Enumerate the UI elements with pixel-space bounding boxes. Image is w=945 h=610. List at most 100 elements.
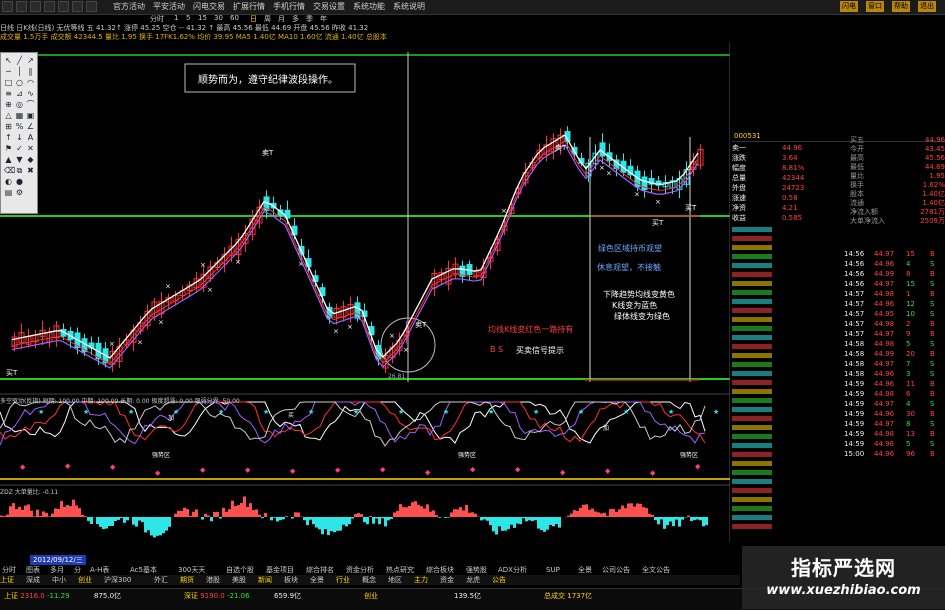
bottom-tab-1[interactable]: 图表 (24, 565, 42, 575)
sector-row[interactable] (732, 442, 842, 451)
bottom-tab-8[interactable]: 基金项目 (264, 565, 296, 575)
bottom-tab-5[interactable]: Ac5基本 (128, 565, 159, 575)
sector-tab-10[interactable]: 板块 (284, 575, 298, 585)
sector-tab-16[interactable]: 资金 (440, 575, 454, 585)
sector-row[interactable] (732, 478, 842, 487)
trade-row[interactable]: 14:5944.978S (844, 420, 944, 429)
up-arrow-icon[interactable]: ↑ (4, 133, 13, 142)
bottom-tab-12[interactable]: 综合板块 (424, 565, 456, 575)
speed-icon[interactable]: ⌒ (26, 100, 35, 109)
text-icon[interactable]: A (26, 133, 35, 142)
trade-row[interactable]: 14:5844.963S (844, 370, 944, 379)
sector-row[interactable] (732, 244, 842, 253)
mark-icon[interactable]: ✓ (15, 144, 24, 153)
hide-icon[interactable]: ◐ (4, 177, 13, 186)
sector-tab-13[interactable]: 概念 (362, 575, 376, 585)
bottom-tab-10[interactable]: 资金分析 (344, 565, 376, 575)
bottom-tab-9[interactable]: 综合排名 (304, 565, 336, 575)
sector-tab-12[interactable]: 行业 (336, 575, 350, 585)
percent-icon[interactable]: % (15, 122, 24, 131)
home-icon[interactable] (58, 1, 69, 12)
sector-row[interactable] (732, 487, 842, 496)
sector-row[interactable] (732, 325, 842, 334)
lock-icon[interactable]: ◆ (26, 155, 35, 164)
sector-row[interactable] (732, 379, 842, 388)
sector-row[interactable] (732, 262, 842, 271)
trade-row[interactable]: 14:5944.9630B (844, 410, 944, 419)
menu-item-5[interactable]: 交易设置 (310, 1, 348, 12)
channel-icon[interactable]: ∥ (26, 67, 35, 76)
cursor-icon[interactable]: ↖ (4, 56, 13, 65)
search-icon[interactable] (72, 1, 83, 12)
sector-row[interactable] (732, 424, 842, 433)
sector-row[interactable] (732, 298, 842, 307)
down-arrow-icon[interactable]: ↓ (15, 133, 24, 142)
bottom-tab-3[interactable]: 分 (72, 565, 83, 575)
menu-item-4[interactable]: 手机行情 (270, 1, 308, 12)
box-icon[interactable]: ▣ (26, 111, 35, 120)
refresh-icon[interactable] (44, 1, 55, 12)
sector-tab-18[interactable]: 公告 (492, 575, 506, 585)
menu-item-2[interactable]: 闪电交易 (190, 1, 228, 12)
period-11[interactable]: 年 (320, 14, 327, 24)
sector-row[interactable] (732, 415, 842, 424)
copy-icon[interactable]: ⧉ (15, 166, 24, 175)
bottom-tab-17[interactable]: 公司公告 (600, 565, 632, 575)
trade-row[interactable]: 14:5744.979B (844, 330, 944, 339)
sector-tab-5[interactable]: 外汇 (154, 575, 168, 585)
period-10[interactable]: 季 (306, 14, 313, 24)
window-button[interactable]: 窗口 (866, 1, 884, 12)
trade-row[interactable]: 14:5944.9611B (844, 380, 944, 389)
period-7[interactable]: 周 (264, 14, 271, 24)
flash-button[interactable]: 闪电 (840, 1, 858, 12)
sector-tab-7[interactable]: 港股 (206, 575, 220, 585)
sector-row[interactable] (732, 523, 842, 532)
bottom-tab-15[interactable]: SUP (544, 565, 562, 575)
trade-row[interactable]: 14:5944.974S (844, 400, 944, 409)
fib-icon[interactable]: ≡ (4, 89, 13, 98)
trade-row[interactable]: 15:0044.9696B (844, 450, 944, 459)
bottom-tab-7[interactable]: 自选个股 (224, 565, 256, 575)
bottom-tab-14[interactable]: ADX分析 (496, 565, 529, 575)
sector-tab-9[interactable]: 新闻 (258, 575, 272, 585)
period-2[interactable]: 5 (186, 14, 190, 22)
trade-row[interactable]: 14:5844.977S (844, 360, 944, 369)
circle-icon[interactable]: ○ (15, 78, 24, 87)
sector-row[interactable] (732, 505, 842, 514)
sector-row[interactable] (732, 406, 842, 415)
sector-row[interactable] (732, 316, 842, 325)
sector-tab-17[interactable]: 龙虎 (466, 575, 480, 585)
sector-tab-1[interactable]: 深成 (26, 575, 40, 585)
rect-icon[interactable]: □ (4, 78, 13, 87)
sector-row[interactable] (732, 253, 842, 262)
back-icon[interactable] (16, 1, 27, 12)
sector-row[interactable] (732, 334, 842, 343)
bottom-tab-0[interactable]: 分时 (0, 565, 18, 575)
sector-row[interactable] (732, 361, 842, 370)
sector-tab-14[interactable]: 地区 (388, 575, 402, 585)
sector-tab-11[interactable]: 全景 (310, 575, 324, 585)
save-icon[interactable]: ▤ (4, 188, 13, 197)
sector-tab-15[interactable]: 主力 (414, 575, 428, 585)
bottom-tab-2[interactable]: 多月 (48, 565, 66, 575)
sector-row[interactable] (732, 451, 842, 460)
sector-row[interactable] (732, 370, 842, 379)
trade-row[interactable]: 14:5744.981B (844, 290, 944, 299)
settings-icon[interactable]: ⚙ (15, 188, 24, 197)
sector-row[interactable] (732, 280, 842, 289)
menu-item-6[interactable]: 系统功能 (350, 1, 388, 12)
menu-item-0[interactable]: 官方活动 (110, 1, 148, 12)
period-9[interactable]: 多 (292, 14, 299, 24)
trade-row[interactable]: 14:5844.985S (844, 340, 944, 349)
trade-row[interactable]: 14:5744.9510S (844, 310, 944, 319)
sector-tab-8[interactable]: 美股 (232, 575, 246, 585)
hline-icon[interactable]: ─ (4, 67, 13, 76)
sector-row[interactable] (732, 343, 842, 352)
sell-icon[interactable]: ▼ (15, 155, 24, 164)
spiral-icon[interactable]: ◎ (15, 100, 24, 109)
period-3[interactable]: 15 (198, 14, 207, 22)
sector-row[interactable] (732, 226, 842, 235)
menu-item-7[interactable]: 系统说明 (390, 1, 428, 12)
sector-tab-3[interactable]: 创业 (78, 575, 92, 585)
bottom-tab-11[interactable]: 热点研究 (384, 565, 416, 575)
